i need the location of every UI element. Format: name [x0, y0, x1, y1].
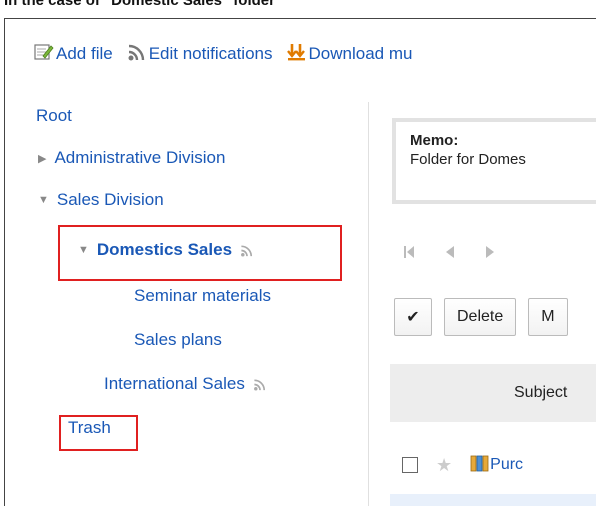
tree-sales-label: Sales Division: [56, 190, 164, 209]
check-icon: ✔: [406, 309, 420, 326]
memo-title: Memo:: [410, 132, 459, 149]
select-all-button[interactable]: ✔: [394, 298, 432, 336]
pane-divider: [368, 102, 369, 506]
tree-root-label: Root: [36, 106, 72, 125]
previous-page-icon[interactable]: [446, 246, 454, 261]
move-label: M: [541, 308, 555, 325]
row-subject-label: Purc: [490, 456, 524, 473]
download-icon: [286, 43, 309, 66]
tree-seminar-label: Seminar materials: [134, 286, 271, 305]
star-icon[interactable]: ★: [436, 455, 452, 476]
subject-column-header[interactable]: Subject: [514, 384, 567, 402]
tree-administrative-division[interactable]: ▶ Administrative Division: [38, 148, 225, 168]
folder-icon: [470, 454, 490, 477]
expand-down-icon: ▼: [38, 194, 49, 206]
row-subject-link[interactable]: Purc: [470, 454, 523, 477]
delete-button[interactable]: Delete: [444, 298, 517, 336]
edit-notifications-link[interactable]: Edit notifications: [127, 43, 273, 66]
expand-right-icon: ▶: [38, 152, 47, 165]
tree-seminar-materials[interactable]: Seminar materials: [134, 286, 271, 306]
folder-memo: Memo: Folder for Domes: [392, 118, 596, 204]
add-file-label: Add file: [56, 44, 113, 63]
trash-highlight-box: [59, 415, 138, 451]
tree-root[interactable]: Root: [36, 106, 72, 126]
tree-sales-division[interactable]: ▼ Sales Division: [38, 190, 164, 210]
table-row: ★ Purc: [390, 440, 596, 490]
rss-icon: [127, 43, 149, 66]
memo-text: Folder for Domes: [410, 151, 526, 168]
move-button[interactable]: M: [528, 298, 568, 336]
first-page-icon[interactable]: [404, 246, 414, 261]
page-caption: In the case of "Domestic Sales" folder: [4, 0, 275, 9]
tree-administrative-label: Administrative Division: [54, 148, 226, 167]
download-link[interactable]: Download mu: [286, 43, 413, 66]
rss-icon: [253, 378, 267, 391]
tree-international-sales[interactable]: International Sales: [104, 374, 267, 394]
tree-plans-label: Sales plans: [134, 330, 222, 349]
row-checkbox[interactable]: [402, 457, 418, 473]
domestics-highlight-box: [58, 225, 342, 281]
toolbar: Add file Edit notifications Download mu: [34, 40, 426, 68]
add-file-icon: [34, 43, 56, 66]
tree-international-label: International Sales: [104, 374, 245, 393]
download-label: Download mu: [308, 44, 413, 63]
edit-notifications-label: Edit notifications: [148, 44, 273, 63]
pager: [404, 246, 494, 261]
table-header: Subject: [390, 364, 596, 422]
next-page-icon[interactable]: [486, 246, 494, 261]
action-buttons: ✔ Delete M: [394, 298, 568, 336]
next-row-strip: [390, 494, 596, 506]
tree-sales-plans[interactable]: Sales plans: [134, 330, 222, 350]
add-file-link[interactable]: Add file: [34, 43, 113, 66]
delete-label: Delete: [457, 308, 504, 325]
